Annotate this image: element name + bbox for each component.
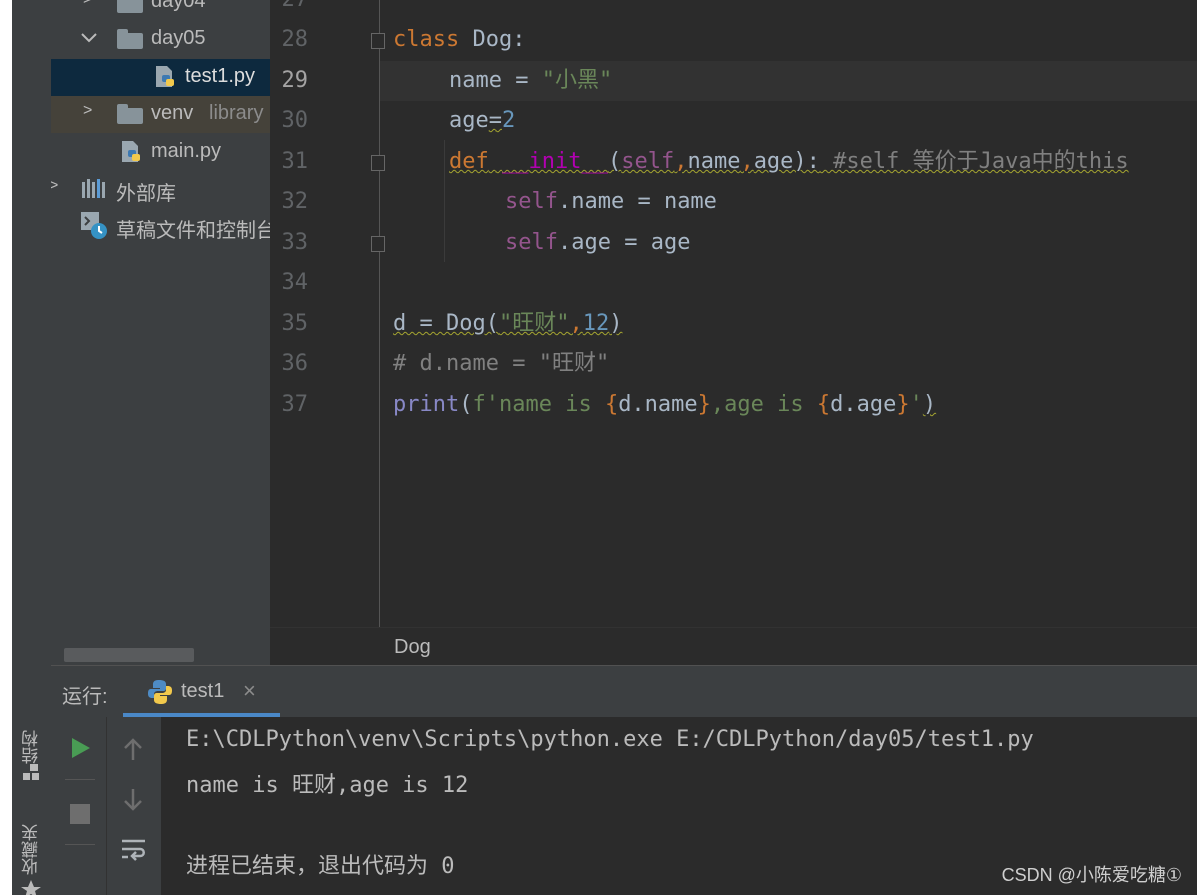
structure-tab-label: 结构 <box>22 730 41 764</box>
toolbar-separator <box>106 717 107 895</box>
chevron-right-icon[interactable]: > <box>83 0 92 9</box>
run-icon[interactable] <box>70 737 92 759</box>
code-line-31: def __init__(self,name,age): #self 等价于Ja… <box>449 149 1129 174</box>
favorites-icon <box>21 880 41 895</box>
line-number: 34 <box>281 270 309 295</box>
run-panel-header: 运行: test1 × <box>51 665 1197 717</box>
line-number: 31 <box>281 149 309 174</box>
line-number: 36 <box>281 351 309 376</box>
toolbar-divider <box>65 844 95 845</box>
watermark: CSDN @小陈爱吃糖① <box>1001 865 1182 885</box>
line-number: 33 <box>281 230 309 255</box>
tree-item-label: main.py <box>151 140 222 162</box>
tree-item-venv[interactable]: > venv library <box>51 96 270 133</box>
tree-item-label: test1.py <box>185 65 256 87</box>
fold-marker[interactable] <box>371 33 385 49</box>
line-number: 32 <box>281 189 309 214</box>
up-arrow-icon[interactable] <box>122 738 144 762</box>
close-icon[interactable]: × <box>243 678 256 704</box>
soft-wrap-icon[interactable] <box>121 838 147 862</box>
left-edge <box>0 0 12 895</box>
python-icon <box>148 680 172 704</box>
tree-item-label: venv <box>151 102 194 124</box>
folder-icon <box>117 104 143 124</box>
fold-marker[interactable] <box>371 155 385 171</box>
code-line-32: self.name = name <box>505 189 717 214</box>
code-line-35: d = Dog("旺财",12) <box>393 311 623 336</box>
code-editor[interactable]: 27 28 29 30 31 32 33 34 35 36 37 class D… <box>270 0 1197 627</box>
chevron-right-icon[interactable]: > <box>83 102 92 120</box>
breadcrumb[interactable]: Dog <box>270 627 1197 666</box>
down-arrow-icon[interactable] <box>122 787 144 811</box>
toolbar-divider <box>65 779 95 780</box>
run-tab-label: test1 <box>181 680 225 702</box>
folder-icon <box>117 29 143 49</box>
stop-icon[interactable] <box>70 804 90 824</box>
tree-item-main-py[interactable]: main.py <box>51 134 270 171</box>
chevron-down-icon[interactable] <box>80 32 98 44</box>
tree-item-external-libraries[interactable]: > 外部库 <box>51 171 270 208</box>
tree-item-day04[interactable]: > day04 <box>51 0 270 22</box>
code-line-29: name = "小黑" <box>449 68 613 93</box>
folder-icon <box>117 0 143 13</box>
console-line-exit: 进程已结束，退出代码为 0 <box>186 854 455 879</box>
project-panel: > day04 day05 test1.py > venv library ma… <box>51 0 270 665</box>
code-line-37: print(f'name is {d.name},age is {d.age}'… <box>393 392 937 417</box>
gutter-separator <box>379 0 380 627</box>
tree-item-label: day05 <box>151 27 206 49</box>
run-toolbar <box>51 717 161 895</box>
horizontal-scrollbar[interactable] <box>64 648 194 662</box>
console-line-command: E:\CDLPython\venv\Scripts\python.exe E:/… <box>186 727 1034 752</box>
tree-item-day05[interactable]: day05 <box>51 21 270 58</box>
chevron-right-icon[interactable]: > <box>51 177 58 195</box>
code-line-36: # d.name = "旺财" <box>393 351 610 376</box>
line-number: 28 <box>281 27 309 52</box>
tree-item-scratches[interactable]: 草稿文件和控制台 <box>51 208 270 245</box>
code-line-33: self.age = age <box>505 230 691 255</box>
scratches-icon <box>81 212 107 239</box>
line-number: 30 <box>281 108 309 133</box>
code-line-28: class Dog: <box>393 27 526 52</box>
tree-item-test1-py[interactable]: test1.py <box>51 59 270 96</box>
tree-item-label: day04 <box>151 0 206 12</box>
favorites-tool-tab[interactable]: 收藏夹 <box>12 815 51 885</box>
tree-item-label: 草稿文件和控制台 <box>116 220 270 242</box>
breadcrumb-class[interactable]: Dog <box>394 636 431 659</box>
python-file-icon <box>122 141 140 162</box>
tree-item-hint: library <box>209 102 264 124</box>
console-line-output: name is 旺财,age is 12 <box>186 773 469 798</box>
tree-item-label: 外部库 <box>116 183 176 205</box>
run-label: 运行: <box>62 686 108 708</box>
library-icon <box>82 179 105 198</box>
fold-marker[interactable] <box>371 236 385 252</box>
code-line-30: age=2 <box>449 108 516 133</box>
indent-guide <box>444 140 445 262</box>
run-tab-test1[interactable]: test1 × <box>123 666 280 717</box>
structure-icon <box>23 764 39 780</box>
line-number: 37 <box>281 392 309 417</box>
line-number: 29 <box>281 68 309 93</box>
line-number: 27 <box>270 0 309 20</box>
favorites-tab-label: 收藏夹 <box>22 824 41 876</box>
line-number: 35 <box>281 311 309 336</box>
python-file-icon <box>156 66 174 87</box>
